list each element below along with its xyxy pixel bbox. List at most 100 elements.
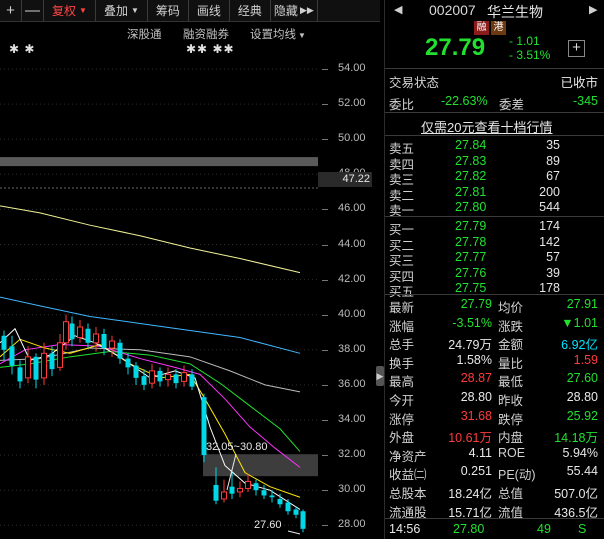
candle-up[interactable] <box>57 342 63 368</box>
bid-level-price[interactable]: 27.79 <box>455 219 486 233</box>
tick-time: 14:56 <box>389 522 421 536</box>
event-star-marks[interactable]: ✱✱ ✱✱ <box>186 42 235 56</box>
stat-value: -3.51% <box>452 315 492 330</box>
candle-up[interactable] <box>77 326 83 339</box>
prev-stock-icon[interactable]: ◀ <box>394 3 402 16</box>
price-change-percent: - 3.51% <box>509 48 551 62</box>
add-watchlist-button[interactable]: + <box>568 40 585 57</box>
candle-down[interactable] <box>9 346 15 366</box>
ask-level-price[interactable]: 27.83 <box>455 154 486 168</box>
candle-down[interactable] <box>49 353 55 370</box>
candle-down[interactable] <box>277 498 283 505</box>
candle-down[interactable] <box>17 367 23 382</box>
axis-tick-mark <box>322 69 328 70</box>
candle-up[interactable] <box>109 340 115 349</box>
resistance-band <box>0 157 318 167</box>
candle-down[interactable] <box>157 370 163 382</box>
zoom-out-button[interactable]: — <box>22 0 44 21</box>
candle-down[interactable] <box>173 374 179 384</box>
northbound-link[interactable]: 深股通 <box>127 26 162 42</box>
axis-tick-label: 40.00 <box>338 307 366 320</box>
candle-up[interactable] <box>93 333 99 344</box>
candle-down[interactable] <box>141 376 147 385</box>
candle-up[interactable] <box>165 373 171 381</box>
candle-down[interactable] <box>101 334 107 349</box>
ma-settings-link[interactable]: 设置均线 ▼ <box>250 26 306 42</box>
candle-up[interactable] <box>25 356 31 379</box>
ask-level-volume: 544 <box>539 200 560 214</box>
candle-down[interactable] <box>293 509 299 515</box>
candle-down[interactable] <box>253 483 259 491</box>
candle-down[interactable] <box>213 484 219 501</box>
ask-level-price[interactable]: 27.80 <box>455 200 486 214</box>
ask-level-price[interactable]: 27.82 <box>455 169 486 183</box>
bid-level-price[interactable]: 27.78 <box>455 235 486 249</box>
stat-value: 1.59 <box>573 352 598 367</box>
chevron-down-icon: ▼ <box>79 6 87 15</box>
bid-level-price[interactable]: 27.76 <box>455 266 486 280</box>
overlay-button[interactable]: 叠加 ▼ <box>96 0 148 21</box>
divider <box>385 518 604 519</box>
stat-label: 今开 <box>389 394 415 408</box>
panel-collapse-handle[interactable]: ▶ <box>376 366 384 386</box>
next-stock-icon[interactable]: ▶ <box>589 3 597 16</box>
axis-tick-label: 36.00 <box>338 377 366 390</box>
stat-value: 24.79万 <box>448 338 492 353</box>
stat-value: 14.18万 <box>554 431 598 446</box>
candle-down[interactable] <box>33 356 39 380</box>
candle-down[interactable] <box>229 486 235 494</box>
candle-down[interactable] <box>300 511 306 529</box>
bid-level-volume: 57 <box>546 250 560 264</box>
candle-up[interactable] <box>221 491 227 500</box>
stat-label: 最高 <box>389 375 415 390</box>
order-ratio-value: -22.63% <box>441 94 488 108</box>
candle-down[interactable] <box>69 323 75 340</box>
ten-levels-link[interactable]: 仅需20元查看十档行情 <box>421 117 552 136</box>
candle-down[interactable] <box>1 335 7 350</box>
candle-up[interactable] <box>63 321 69 344</box>
stat-label: 换手 <box>389 356 415 371</box>
candle-up[interactable] <box>245 480 251 489</box>
stat-label: 金额 <box>498 338 524 353</box>
candle-down[interactable] <box>261 490 267 496</box>
candle-up[interactable] <box>181 372 187 382</box>
stat-label: 昨收 <box>498 394 524 408</box>
zoom-in-button[interactable]: + <box>0 0 22 21</box>
chart-link-bar: 深股通 融资融券 设置均线 ▼ <box>0 26 318 44</box>
candle-down[interactable] <box>285 502 291 512</box>
stat-value: 25.92 <box>566 408 598 423</box>
candle-up[interactable] <box>41 352 47 379</box>
candlestick-chart[interactable] <box>0 22 318 539</box>
cursor-price-label: 47.22 <box>318 172 372 187</box>
event-star-marks[interactable]: ✱ ✱ <box>9 42 35 56</box>
axis-tick-label: 32.00 <box>338 448 366 461</box>
candle-up[interactable] <box>149 370 155 384</box>
ask-level-price[interactable]: 27.81 <box>455 185 486 199</box>
candle-up[interactable] <box>237 487 243 493</box>
candle-down[interactable] <box>85 328 91 343</box>
chips-button[interactable]: 筹码 <box>148 0 189 21</box>
classic-button[interactable]: 经典 <box>230 0 271 21</box>
candle-down[interactable] <box>133 365 139 378</box>
chevron-down-icon: ▼ <box>130 6 139 15</box>
draw-line-button[interactable]: 画线 <box>189 0 230 21</box>
stat-label: 总值 <box>498 487 524 501</box>
stat-label: 收益㈡ <box>389 468 427 483</box>
ask-level-price[interactable]: 27.84 <box>455 138 486 152</box>
candle-down[interactable] <box>125 358 131 368</box>
range-annotation: 32.05~30.80 <box>206 441 268 453</box>
hide-label: 隐藏 <box>273 4 298 18</box>
candle-down[interactable] <box>117 342 123 359</box>
bid-level-price[interactable]: 27.75 <box>455 281 486 295</box>
candle-down[interactable] <box>189 374 195 387</box>
axis-tick-label: 46.00 <box>338 202 366 215</box>
adjust-price-button[interactable]: 复权 ▼ <box>44 0 96 21</box>
stat-value: 6.92亿 <box>561 338 598 353</box>
hide-button[interactable]: 隐藏 ▶▶ <box>271 0 318 21</box>
margin-trading-link[interactable]: 融资融券 <box>183 26 229 42</box>
bid-level-price[interactable]: 27.77 <box>455 250 486 264</box>
stat-label: 总手 <box>389 338 415 353</box>
stat-value: 27.60 <box>566 371 598 386</box>
candle-down[interactable] <box>269 495 275 498</box>
ma-settings-label: 设置均线 <box>250 29 296 41</box>
